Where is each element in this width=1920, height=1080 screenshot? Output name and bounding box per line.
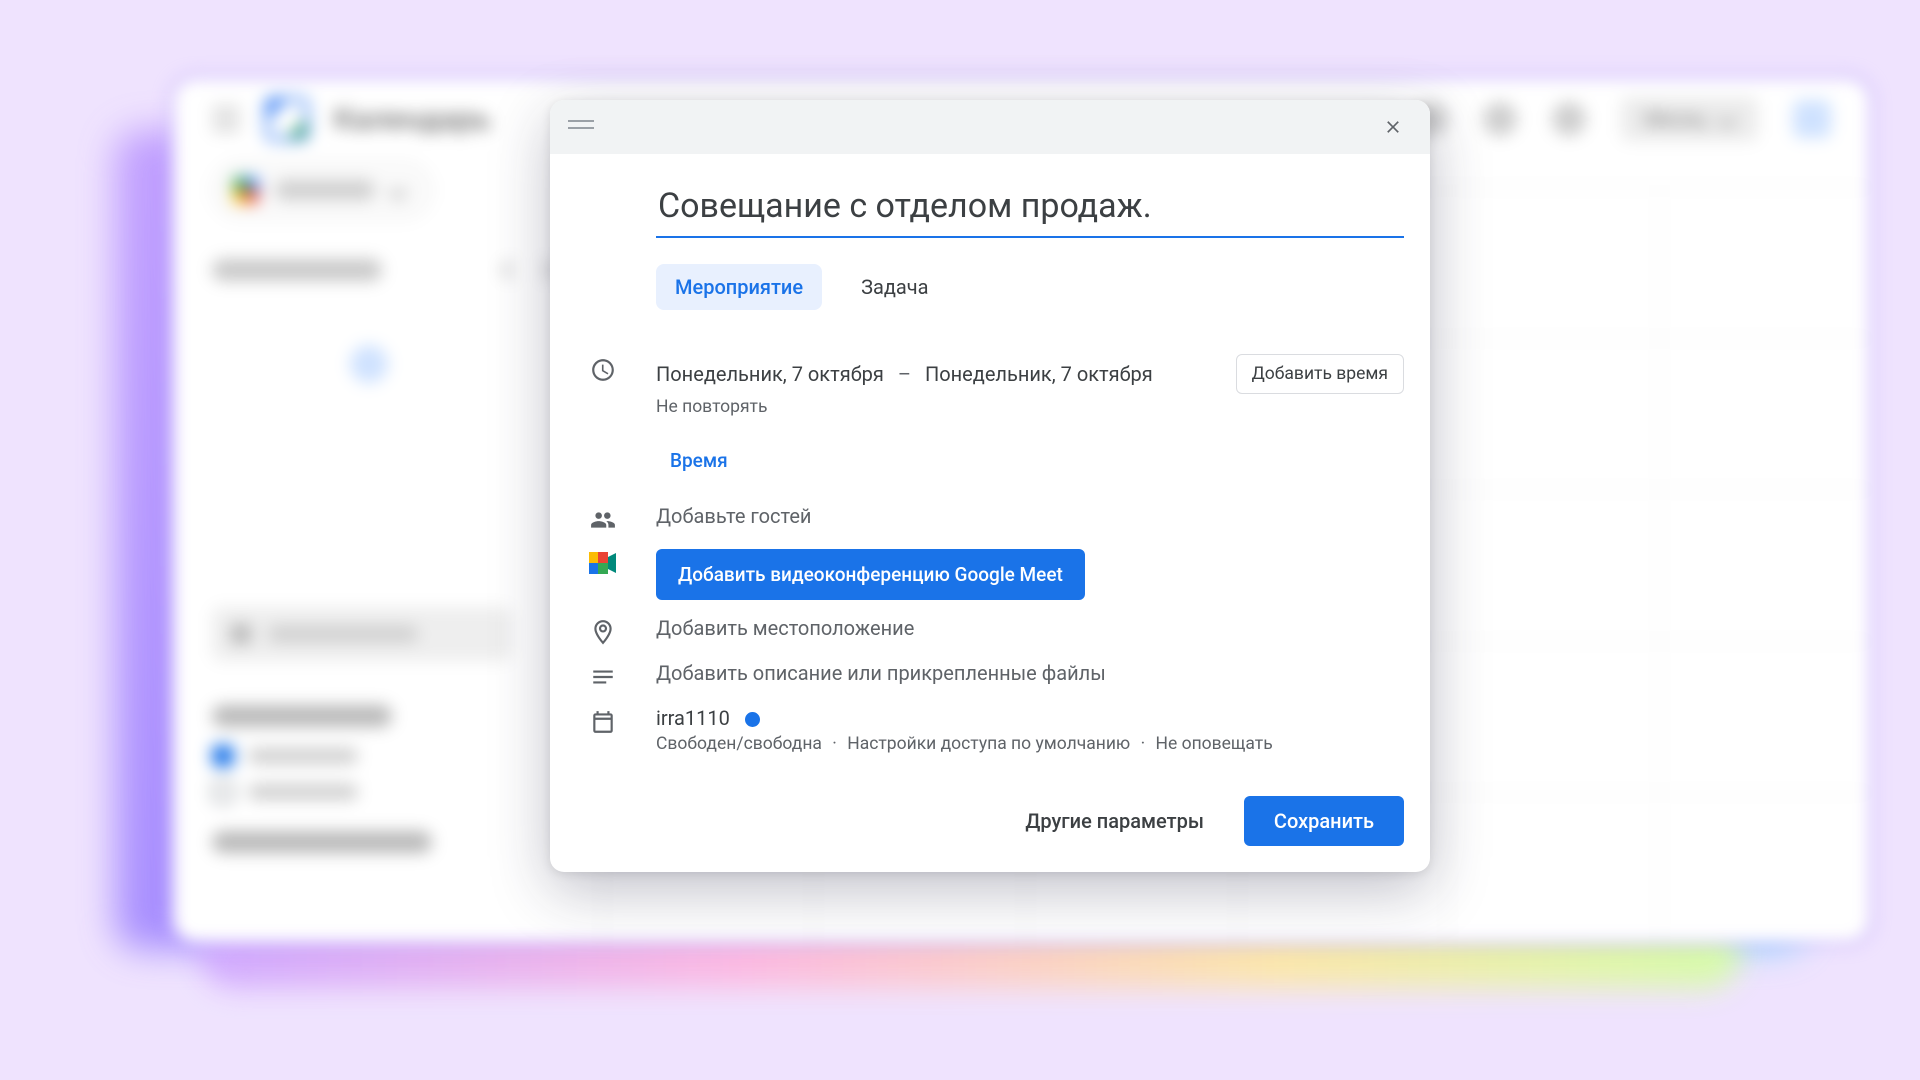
save-button[interactable]: Сохранить bbox=[1244, 796, 1404, 846]
create-label bbox=[275, 180, 375, 200]
organizer-name[interactable]: irra1110 bbox=[656, 706, 730, 730]
add-time-button[interactable]: Добавить время bbox=[1236, 354, 1404, 394]
prev-month-icon bbox=[501, 260, 521, 280]
calendar-toggle-icon bbox=[1793, 100, 1831, 138]
app-title: Календарь bbox=[334, 102, 491, 137]
calendar-color-swatch bbox=[212, 745, 234, 767]
view-switcher: Месяц bbox=[1621, 97, 1758, 141]
view-switcher-label: Месяц bbox=[1645, 107, 1706, 131]
event-type-tabs: Мероприятие Задача bbox=[656, 264, 1404, 310]
chevron-down-icon bbox=[1717, 109, 1737, 129]
close-icon bbox=[1383, 117, 1403, 137]
people-icon bbox=[590, 507, 616, 533]
plus-icon bbox=[233, 177, 259, 203]
calendar-name bbox=[248, 784, 358, 800]
mini-calendar-title bbox=[212, 259, 382, 281]
tab-task[interactable]: Задача bbox=[842, 264, 947, 310]
time-chip[interactable]: Время bbox=[656, 439, 742, 482]
notify-label: Не оповещать bbox=[1155, 734, 1272, 754]
calendar-color-dot bbox=[745, 712, 760, 727]
settings-icon bbox=[1552, 102, 1586, 136]
date-range-dash: – bbox=[898, 362, 911, 386]
modal-footer: Другие параметры Сохранить bbox=[550, 762, 1430, 872]
drag-handle-icon[interactable] bbox=[568, 120, 594, 134]
location-icon bbox=[590, 619, 616, 645]
google-meet-icon bbox=[589, 552, 617, 574]
event-title-input[interactable] bbox=[656, 182, 1404, 238]
chevron-down-icon bbox=[388, 180, 408, 200]
add-google-meet-button[interactable]: Добавить видеоконференцию Google Meet bbox=[656, 549, 1085, 600]
tab-event[interactable]: Мероприятие bbox=[656, 264, 822, 310]
visibility-label: Настройки доступа по умолчанию bbox=[847, 734, 1130, 754]
guests-input[interactable]: Добавьте гостей bbox=[656, 504, 1404, 528]
other-calendars-heading bbox=[212, 831, 432, 853]
search-placeholder bbox=[268, 626, 418, 642]
recurrence-label[interactable]: Не повторять bbox=[656, 397, 1404, 417]
description-icon bbox=[590, 664, 616, 690]
people-icon bbox=[230, 623, 252, 645]
calendar-name bbox=[248, 748, 358, 764]
google-calendar-logo bbox=[265, 97, 309, 141]
event-create-modal: Мероприятие Задача Понедельник, 7 октябр… bbox=[550, 100, 1430, 872]
mini-calendar bbox=[212, 299, 552, 567]
help-icon bbox=[1483, 102, 1517, 136]
my-calendars-heading bbox=[212, 705, 392, 727]
clock-icon bbox=[590, 357, 616, 383]
end-date[interactable]: Понедельник, 7 октября bbox=[925, 362, 1153, 386]
modal-header bbox=[550, 100, 1430, 154]
calendar-color-swatch bbox=[212, 781, 234, 803]
calendar-list-item bbox=[212, 745, 552, 767]
calendar-list-item bbox=[212, 781, 552, 803]
search-people bbox=[212, 607, 512, 661]
organizer-settings[interactable]: Свободен/свободна · Настройки доступа по… bbox=[656, 734, 1404, 754]
start-date[interactable]: Понедельник, 7 октября bbox=[656, 362, 884, 386]
location-input[interactable]: Добавить местоположение bbox=[656, 616, 1404, 640]
availability-label: Свободен/свободна bbox=[656, 734, 822, 754]
more-options-button[interactable]: Другие параметры bbox=[1007, 796, 1222, 846]
description-input[interactable]: Добавить описание или прикрепленные файл… bbox=[656, 661, 1404, 685]
close-button[interactable] bbox=[1374, 108, 1412, 146]
hamburger-icon bbox=[212, 107, 240, 131]
calendar-icon bbox=[590, 709, 616, 735]
create-button bbox=[212, 161, 432, 219]
